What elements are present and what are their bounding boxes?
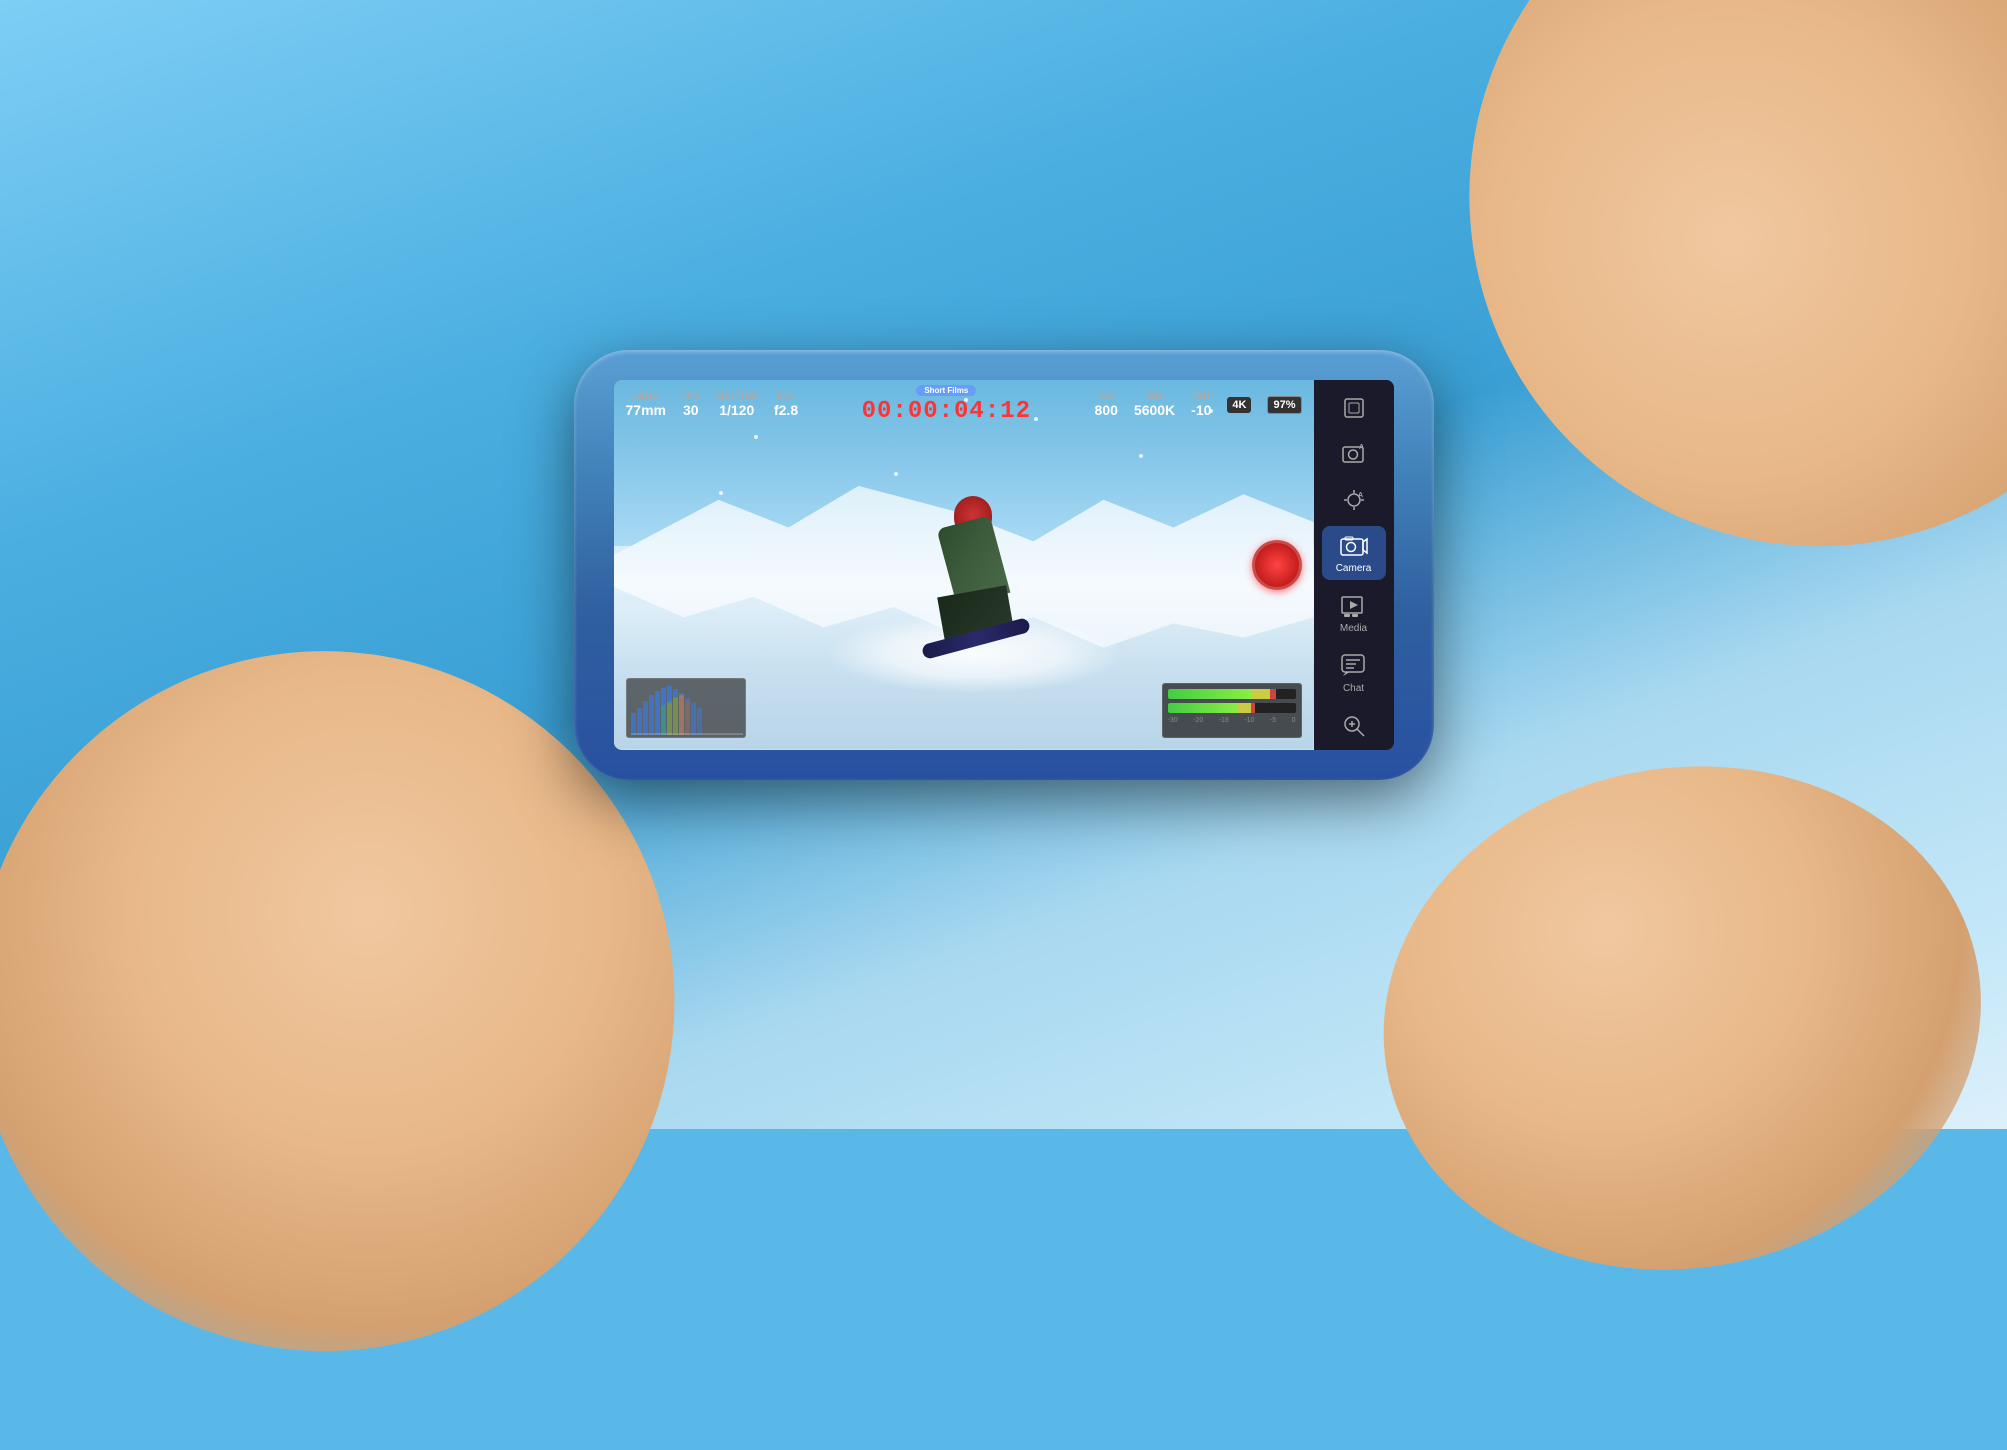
camera-icon [1340, 532, 1368, 560]
sidebar-item-focus[interactable] [1322, 388, 1386, 428]
snowflake [1139, 454, 1143, 458]
snowflake [964, 398, 968, 402]
sidebar-item-auto-camera[interactable]: A [1322, 434, 1386, 474]
sidebar-item-camera[interactable]: Camera [1322, 526, 1386, 580]
svg-text:A: A [1359, 444, 1364, 451]
camera-label: Camera [1336, 563, 1372, 574]
sidebar-item-chat[interactable]: Chat [1322, 646, 1386, 700]
snowflake [719, 491, 723, 495]
phone-body: LENS 77mm FPS 30 SHUTTER 1/120 IRIS [574, 350, 1434, 780]
phone-screen: LENS 77mm FPS 30 SHUTTER 1/120 IRIS [614, 380, 1394, 750]
snowflake [754, 435, 758, 439]
snowflake [1034, 417, 1038, 421]
sidebar-item-remote[interactable] [1322, 706, 1386, 746]
media-icon [1340, 592, 1368, 620]
chat-label: Chat [1343, 683, 1364, 694]
remote-icon [1340, 712, 1368, 740]
snowboarder-figure [916, 491, 1036, 671]
side-panel: A A [1314, 380, 1394, 750]
camera-viewport: LENS 77mm FPS 30 SHUTTER 1/120 IRIS [614, 380, 1314, 750]
media-label: Media [1340, 623, 1367, 634]
auto-exposure-icon: A [1340, 486, 1368, 514]
snowflake [894, 472, 898, 476]
sidebar-item-auto-exposure[interactable]: A [1322, 480, 1386, 520]
snowflake [1209, 409, 1213, 413]
chat-icon [1340, 652, 1368, 680]
svg-text:A: A [1358, 492, 1363, 499]
focus-icon [1340, 394, 1368, 422]
auto-camera-icon: A [1340, 440, 1368, 468]
sidebar-item-media[interactable]: Media [1322, 586, 1386, 640]
